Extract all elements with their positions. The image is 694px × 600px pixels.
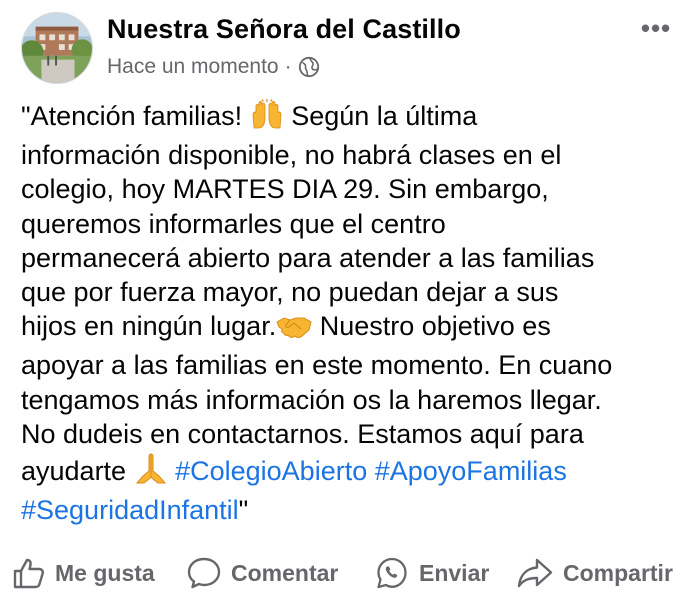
thumbs-up-icon bbox=[13, 558, 44, 589]
body-line: hijos en ningún lugar. Nuestro objetivo … bbox=[21, 309, 686, 348]
body-line: ayudarte #ColegioAbierto #ApoyoFamilias bbox=[21, 451, 686, 493]
like-button[interactable]: Me gusta bbox=[12, 552, 155, 594]
school-building-photo bbox=[22, 13, 92, 83]
action-bar: Me gusta Comentar Enviar Compartir bbox=[0, 552, 694, 594]
timestamp[interactable]: Hace un momento bbox=[107, 55, 279, 79]
ellipsis-icon: ••• bbox=[640, 12, 672, 43]
body-text-segment: Nuestro objetivo es bbox=[312, 311, 551, 342]
hashtag-link[interactable]: #ApoyoFamilias bbox=[375, 456, 567, 486]
body-line: apoyar a las familias en este momento. E… bbox=[21, 350, 613, 381]
post-meta: Hace un momento · bbox=[107, 55, 320, 79]
body-text-segment bbox=[168, 456, 176, 486]
like-label: Me gusta bbox=[55, 559, 155, 586]
page-avatar[interactable] bbox=[21, 12, 93, 84]
meta-separator: · bbox=[284, 55, 292, 78]
share-button[interactable]: Compartir bbox=[516, 552, 673, 594]
comment-label: Comentar bbox=[231, 559, 339, 586]
closing-quote: " bbox=[238, 495, 249, 526]
hashtag-link[interactable]: #SeguridadInfantil bbox=[21, 495, 239, 525]
page-name-link[interactable]: Nuestra Señora del Castillo bbox=[107, 14, 461, 45]
body-line: "Atención familias! Según la última bbox=[21, 98, 686, 138]
body-text-segment: ayudarte bbox=[21, 456, 134, 487]
share-icon bbox=[517, 558, 553, 588]
post-body: "Atención familias! Según la última infor… bbox=[21, 98, 686, 527]
raising-hands-emoji-icon bbox=[250, 98, 284, 138]
body-line: #SeguridadInfantil" bbox=[21, 493, 686, 527]
facebook-post: Nuestra Señora del Castillo Hace un mome… bbox=[0, 0, 694, 600]
handshake-emoji-icon bbox=[276, 312, 312, 348]
body-text-segment: hijos en ningún lugar. bbox=[21, 311, 277, 342]
hashtag-link[interactable]: #ColegioAbierto bbox=[175, 456, 367, 486]
body-text-segment: "Atención familias! bbox=[21, 101, 250, 131]
body-line: permanecerá abierto para atender a las f… bbox=[21, 242, 595, 273]
comment-button[interactable]: Comentar bbox=[186, 552, 338, 594]
more-options-button[interactable]: ••• bbox=[636, 12, 676, 43]
body-line: información disponible, no habrá clases … bbox=[21, 140, 562, 171]
body-line: colegio, hoy MARTES DIA 29. Sin embargo, bbox=[21, 174, 549, 205]
body-line: que por fuerza mayor, no puedan dejar a … bbox=[21, 277, 559, 308]
send-label: Enviar bbox=[419, 559, 490, 586]
comment-icon bbox=[187, 557, 221, 589]
body-line: No dudeis en contactarnos. Estamos aquí … bbox=[21, 418, 584, 449]
body-line: tengamos más información os la haremos l… bbox=[21, 384, 602, 415]
send-button[interactable]: Enviar bbox=[374, 552, 489, 594]
globe-icon bbox=[298, 56, 320, 78]
folded-hands-emoji-icon bbox=[134, 451, 168, 493]
whatsapp-icon bbox=[377, 557, 407, 589]
body-line: queremos informarles que el centro bbox=[21, 208, 446, 239]
body-text-segment: Según la última bbox=[283, 101, 478, 131]
share-label: Compartir bbox=[563, 559, 673, 586]
